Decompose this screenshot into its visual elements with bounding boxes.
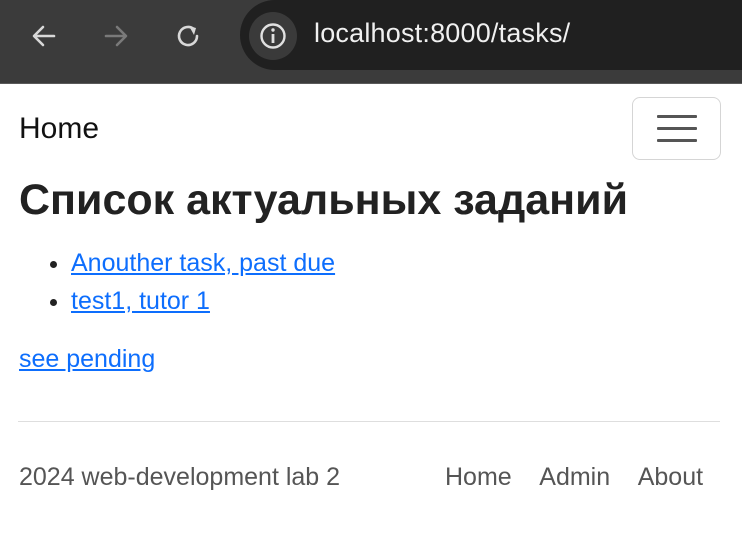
browser-toolbar: localhost:8000/tasks/: [0, 0, 742, 84]
reload-button[interactable]: [170, 18, 206, 54]
navbar-toggler-button[interactable]: [632, 97, 721, 160]
hamburger-icon: [656, 127, 697, 130]
footer-copyright: 2024 web-development lab 2: [19, 463, 341, 491]
hamburger-icon: [656, 115, 697, 118]
url-text[interactable]: localhost:8000/tasks/: [314, 18, 570, 49]
arrow-right-icon: [104, 25, 128, 47]
page-title: Список актуальных заданий: [19, 176, 629, 224]
footer-link-admin[interactable]: Admin: [539, 463, 610, 491]
navbar-brand-home[interactable]: Home: [19, 112, 99, 146]
task-link[interactable]: test1, tutor 1: [71, 287, 210, 315]
back-button[interactable]: [26, 18, 62, 54]
footer-link-about[interactable]: About: [638, 463, 703, 491]
footer-divider: [18, 421, 720, 422]
info-icon: [260, 23, 286, 49]
hamburger-icon: [656, 139, 697, 142]
task-link[interactable]: Anouther task, past due: [71, 249, 335, 277]
reload-icon: [177, 25, 199, 47]
footer-nav: Home Admin About: [445, 463, 703, 492]
list-item: Anouther task, past due: [71, 244, 335, 282]
site-info-button[interactable]: [249, 12, 297, 60]
list-item: test1, tutor 1: [71, 282, 335, 320]
footer-link-home[interactable]: Home: [445, 463, 512, 491]
arrow-left-icon: [32, 25, 56, 47]
forward-button[interactable]: [98, 18, 134, 54]
see-pending-link[interactable]: see pending: [19, 345, 155, 374]
task-list: Anouther task, past due test1, tutor 1: [19, 244, 335, 320]
